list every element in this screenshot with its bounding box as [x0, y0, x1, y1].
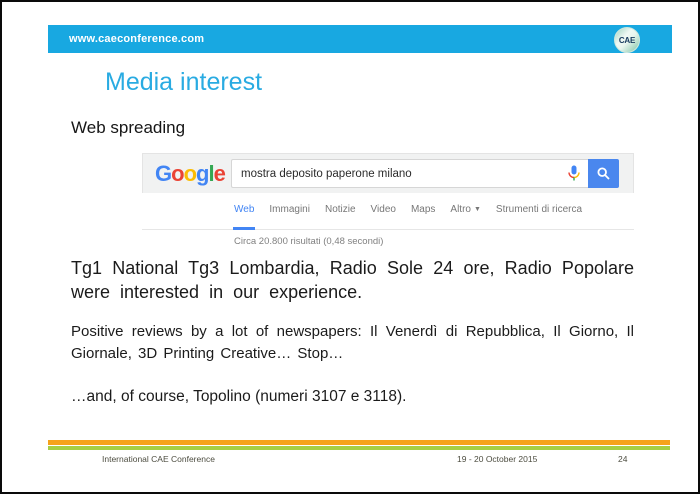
google-search-header: Google: [142, 153, 634, 193]
slide-subtitle: Web spreading: [71, 118, 185, 138]
google-logo-letter: o: [184, 161, 196, 186]
tab-strumenti[interactable]: Strumenti di ricerca: [496, 204, 582, 229]
cae-logo: CAE: [614, 27, 640, 53]
google-logo-letter: e: [214, 161, 225, 186]
search-input[interactable]: [231, 159, 588, 188]
results-stats: Circa 20.800 risultati (0,48 secondi): [142, 230, 634, 257]
google-logo-letter: g: [196, 161, 208, 186]
dropdown-arrow-icon: ▼: [474, 206, 481, 213]
google-search-screenshot: Google: [142, 153, 634, 257]
microphone-icon[interactable]: [568, 165, 580, 182]
tab-altro-label: Altro: [450, 204, 471, 215]
slide: www.caeconference.com CAE Media interest…: [0, 0, 700, 494]
tab-web[interactable]: Web: [234, 204, 254, 229]
header-bar: www.caeconference.com CAE: [48, 25, 672, 53]
tab-notizie[interactable]: Notizie: [325, 204, 356, 229]
google-tabs: Web Immagini Notizie Video Maps Altro▼ S…: [142, 193, 634, 230]
footer-conference-name: International CAE Conference: [102, 454, 215, 464]
footer-page-number: 24: [618, 454, 627, 464]
paragraph-topolino: …and, of course, Topolino (numeri 3107 e…: [71, 388, 634, 406]
search-box: [231, 159, 588, 188]
conference-url: www.caeconference.com: [69, 33, 204, 45]
tab-immagini[interactable]: Immagini: [269, 204, 310, 229]
footer-stripe-green: [48, 446, 670, 450]
footer-stripe-orange: [48, 440, 670, 445]
footer-date: 19 - 20 October 2015: [457, 454, 537, 464]
paragraph-media-list: Tg1 National Tg3 Lombardia, Radio Sole 2…: [71, 256, 634, 304]
google-logo-letter: G: [155, 161, 171, 186]
google-logo-letter: o: [171, 161, 183, 186]
tab-maps[interactable]: Maps: [411, 204, 435, 229]
search-row: [231, 159, 619, 188]
paragraph-newspapers: Positive reviews by a lot of newspapers:…: [71, 321, 634, 364]
magnifier-icon: [597, 167, 610, 180]
page-title: Media interest: [105, 68, 262, 97]
cae-logo-text: CAE: [619, 36, 635, 45]
tab-altro[interactable]: Altro▼: [450, 204, 481, 229]
tab-video[interactable]: Video: [371, 204, 396, 229]
search-button[interactable]: [588, 159, 619, 188]
google-logo: Google: [155, 161, 231, 187]
